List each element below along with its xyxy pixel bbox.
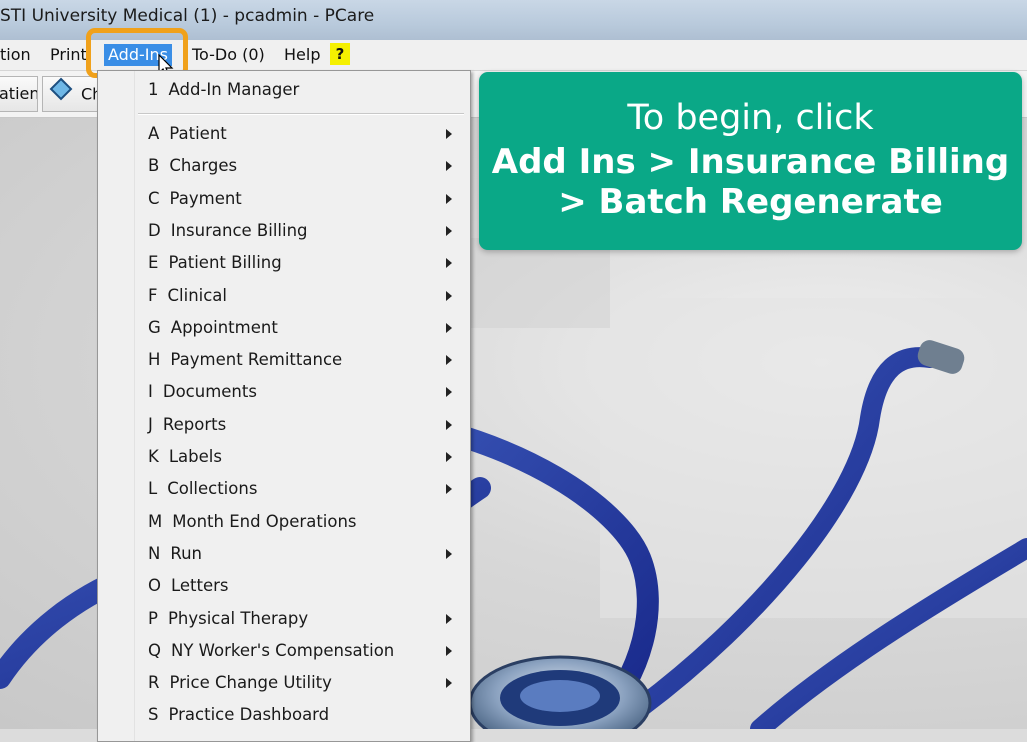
menu-item-key: I: [148, 382, 153, 402]
submenu-arrow-icon: [446, 419, 452, 430]
menu-item-key: C: [148, 188, 160, 208]
menu-item-label: Month End Operations: [172, 511, 357, 531]
menu-item-patient[interactable]: A Patient: [148, 121, 227, 147]
menu-item-insurance-billing[interactable]: D Insurance Billing: [148, 218, 308, 244]
submenu-arrow-icon: [446, 645, 452, 656]
callout-line-3: > Batch Regenerate: [558, 182, 943, 222]
submenu-arrow-icon: [446, 290, 452, 301]
instruction-callout: To begin, click Add Ins > Insurance Bill…: [479, 72, 1022, 250]
menu-item-key: S: [148, 705, 159, 725]
submenu-arrow-icon: [446, 452, 452, 462]
submenu-arrow-icon: [446, 258, 452, 269]
submenu-arrow-icon: [446, 355, 452, 366]
menu-item-key: M: [148, 511, 163, 531]
submenu-arrow-icon: [446, 129, 452, 139]
menu-item-label: Reports: [162, 414, 227, 434]
menu-item-label: Add-In Manager: [168, 80, 300, 99]
submenu-arrow-icon: [446, 225, 452, 236]
submenu-arrow-icon: [446, 548, 452, 559]
menu-item-key: P: [148, 608, 158, 628]
menu-item-label: Clinical: [167, 285, 228, 305]
menu-item-label: Practice Dashboard: [168, 705, 330, 725]
submenu-arrow-icon: [446, 322, 452, 333]
menu-item-charges[interactable]: B Charges: [148, 153, 237, 179]
menu-item-key: L: [148, 479, 158, 499]
submenu-arrow-icon: [446, 387, 452, 398]
menu-item-label: Price Change Utility: [169, 673, 332, 693]
menu-item-label: Documents: [162, 382, 257, 402]
menu-item-letters[interactable]: O Letters: [148, 573, 229, 599]
submenu-arrow-icon: [446, 613, 452, 624]
menu-item-key: N: [148, 543, 161, 563]
menu-item-run[interactable]: N Run: [148, 541, 202, 567]
menu-item-key: J: [148, 414, 153, 434]
menu-item-label: Letters: [171, 576, 229, 596]
submenu-arrow-icon: [446, 678, 452, 689]
menu-item-labels[interactable]: K Labels: [148, 444, 222, 470]
menu-separator: [138, 113, 464, 115]
menu-item-label: NY Worker's Compensation: [171, 640, 395, 660]
menu-item-label: Insurance Billing: [170, 220, 308, 240]
menu-item-appointment[interactable]: G Appointment: [148, 315, 278, 341]
menu-item-physical-therapy[interactable]: P Physical Therapy: [148, 606, 308, 632]
menu-item-label: Payment Remittance: [170, 350, 343, 370]
menu-item-label: Physical Therapy: [167, 608, 309, 628]
menu-item-label: Run: [170, 543, 202, 563]
menu-item-collections[interactable]: L Collections: [148, 476, 257, 502]
menu-item-clinical[interactable]: F Clinical: [148, 283, 227, 309]
add-ins-dropdown: 1 Add-In Manager A Patient B Charges C Payment…: [97, 70, 471, 742]
diamond-icon: [49, 77, 73, 111]
menu-gutter: [98, 71, 135, 741]
menu-item-documents[interactable]: I Documents: [148, 379, 257, 405]
menu-to-do[interactable]: To-Do (0): [192, 44, 265, 66]
menu-item-price-change-utility[interactable]: R Price Change Utility: [148, 670, 332, 696]
menu-item-key: 1: [148, 80, 159, 99]
menu-item-label: Appointment: [170, 317, 278, 337]
callout-line-2: Add Ins > Insurance Billing: [491, 142, 1010, 182]
menu-item-reports[interactable]: J Reports: [148, 412, 226, 438]
menu-item-label: Patient: [169, 124, 227, 143]
menu-item-label: Patient Billing: [168, 253, 282, 273]
menu-item-practice-dashboard[interactable]: S Practice Dashboard: [148, 702, 329, 728]
menu-item-key: A: [148, 124, 160, 143]
menu-item-month-end-operations[interactable]: M Month End Operations: [148, 509, 357, 535]
menu-item-label: Charges: [169, 156, 238, 176]
menu-item-label: Labels: [168, 447, 222, 466]
menu-item-key: G: [148, 317, 161, 337]
menu-help[interactable]: Help: [284, 44, 320, 66]
menu-item-key: H: [148, 350, 161, 370]
menu-item-add-in-manager[interactable]: 1 Add-In Manager: [148, 77, 299, 103]
menu-item-key: O: [148, 576, 161, 596]
menu-item-key: K: [148, 447, 159, 466]
menu-action[interactable]: tion: [0, 44, 31, 66]
submenu-arrow-icon: [446, 484, 452, 495]
submenu-arrow-icon: [446, 161, 452, 172]
toolbar-charges-button[interactable]: Ch: [42, 76, 102, 112]
menu-item-key: R: [148, 673, 160, 693]
toolbar-patient-button[interactable]: atient: [0, 76, 38, 112]
menu-item-key: B: [148, 156, 160, 176]
toolbar-patient-label: atient: [0, 84, 37, 103]
callout-line-1: To begin, click: [627, 98, 874, 138]
menu-item-key: Q: [148, 640, 161, 660]
menu-item-payment[interactable]: C Payment: [148, 186, 242, 212]
menu-item-payment-remittance[interactable]: H Payment Remittance: [148, 347, 342, 373]
submenu-arrow-icon: [446, 193, 452, 204]
menu-print[interactable]: Print: [50, 44, 87, 66]
menu-item-ny-worker-s-compensation[interactable]: Q NY Worker's Compensation: [148, 638, 394, 664]
window-title: STI University Medical (1) - pcadmin - P…: [0, 6, 375, 26]
menu-item-key: D: [148, 220, 161, 240]
menu-item-label: Collections: [167, 479, 258, 499]
menu-item-key: E: [148, 253, 159, 273]
help-question-icon[interactable]: ?: [330, 43, 350, 65]
menu-item-label: Payment: [169, 188, 242, 208]
menu-item-key: F: [148, 285, 158, 305]
menu-item-patient-billing[interactable]: E Patient Billing: [148, 250, 282, 276]
